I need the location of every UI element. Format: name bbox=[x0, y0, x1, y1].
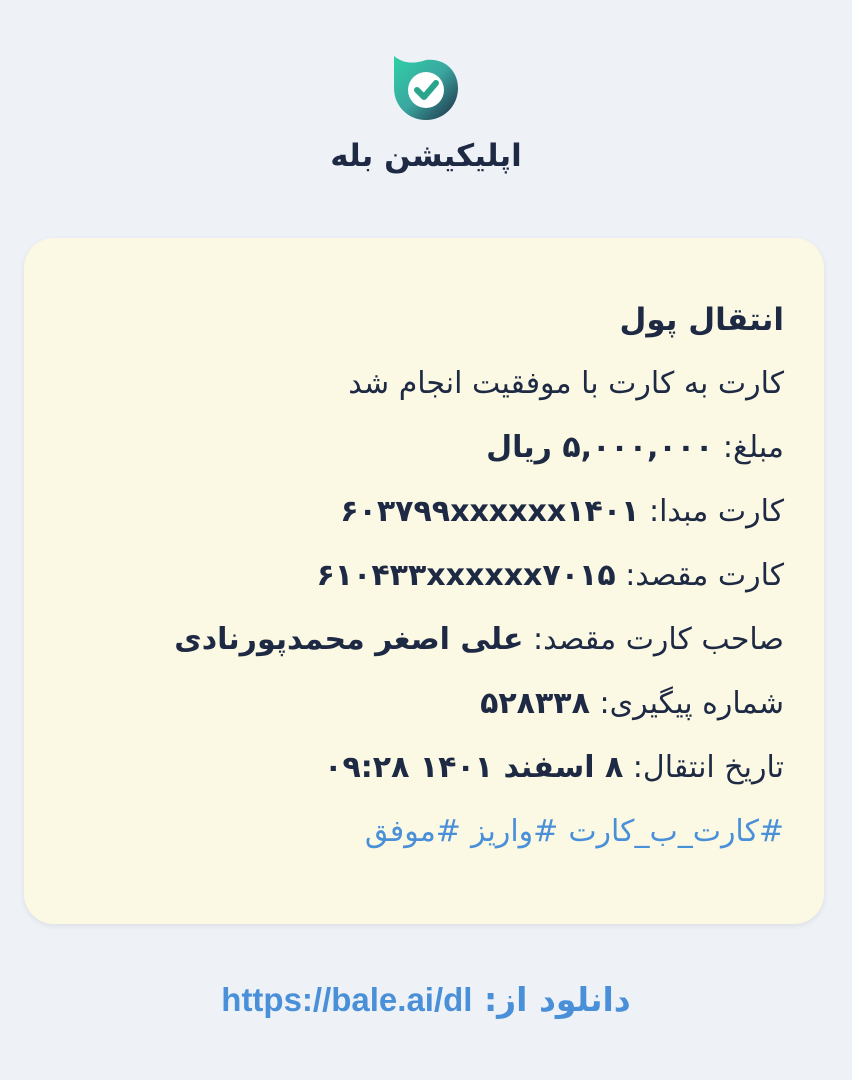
hashtag-link[interactable]: #واریز bbox=[471, 814, 558, 849]
dest-owner-label: صاحب کارت مقصد: bbox=[523, 622, 784, 657]
app-name: اپلیکیشن بله bbox=[330, 138, 522, 174]
date-label: تاریخ انتقال: bbox=[623, 750, 784, 785]
amount-value: ۵,۰۰۰,۰۰۰ ریال bbox=[486, 430, 714, 465]
dest-owner-row: صاحب کارت مقصد: علی اصغر محمدپورنادی bbox=[64, 608, 784, 672]
download-footer: دانلود از: https://bale.ai/dl bbox=[0, 980, 852, 1019]
hashtags-row: #کارت_ب_کارت #واریز #موفق bbox=[64, 800, 784, 864]
card-title: انتقال پول bbox=[619, 302, 784, 338]
dest-card-value: ۶۱۰۴۳۳xxxxxx۷۰۱۵ bbox=[316, 558, 616, 593]
date-row: تاریخ انتقال: ۸ اسفند ۱۴۰۱ ۰۹:۲۸ bbox=[64, 736, 784, 800]
source-card-label: کارت مبدا: bbox=[639, 494, 784, 529]
tracking-row: شماره پیگیری: ۵۲۸۳۳۸ bbox=[64, 672, 784, 736]
download-link[interactable]: https://bale.ai/dl bbox=[221, 981, 472, 1018]
transfer-card: انتقال پول کارت به کارت با موفقیت انجام … bbox=[24, 238, 824, 924]
source-card-row: کارت مبدا: ۶۰۳۷۹۹xxxxxx۱۴۰۱ bbox=[64, 480, 784, 544]
app-header: اپلیکیشن بله bbox=[0, 50, 852, 174]
dest-card-label: کارت مقصد: bbox=[615, 558, 784, 593]
tracking-label: شماره پیگیری: bbox=[589, 686, 784, 721]
amount-row: مبلغ: ۵,۰۰۰,۰۰۰ ریال bbox=[64, 416, 784, 480]
date-value: ۸ اسفند ۱۴۰۱ ۰۹:۲۸ bbox=[324, 750, 624, 785]
dest-owner-value: علی اصغر محمدپورنادی bbox=[174, 622, 524, 657]
amount-label: مبلغ: bbox=[713, 430, 784, 465]
bale-check-icon bbox=[394, 56, 458, 120]
hashtag-link[interactable]: #موفق bbox=[365, 814, 461, 849]
download-label: دانلود از: bbox=[472, 980, 631, 1019]
source-card-value: ۶۰۳۷۹۹xxxxxx۱۴۰۱ bbox=[340, 494, 640, 529]
dest-card-row: کارت مقصد: ۶۱۰۴۳۳xxxxxx۷۰۱۵ bbox=[64, 544, 784, 608]
hashtag-link[interactable]: #کارت_ب_کارت bbox=[568, 814, 784, 849]
tracking-value: ۵۲۸۳۳۸ bbox=[480, 686, 590, 721]
card-subtitle: کارت به کارت با موفقیت انجام شد bbox=[348, 366, 784, 401]
